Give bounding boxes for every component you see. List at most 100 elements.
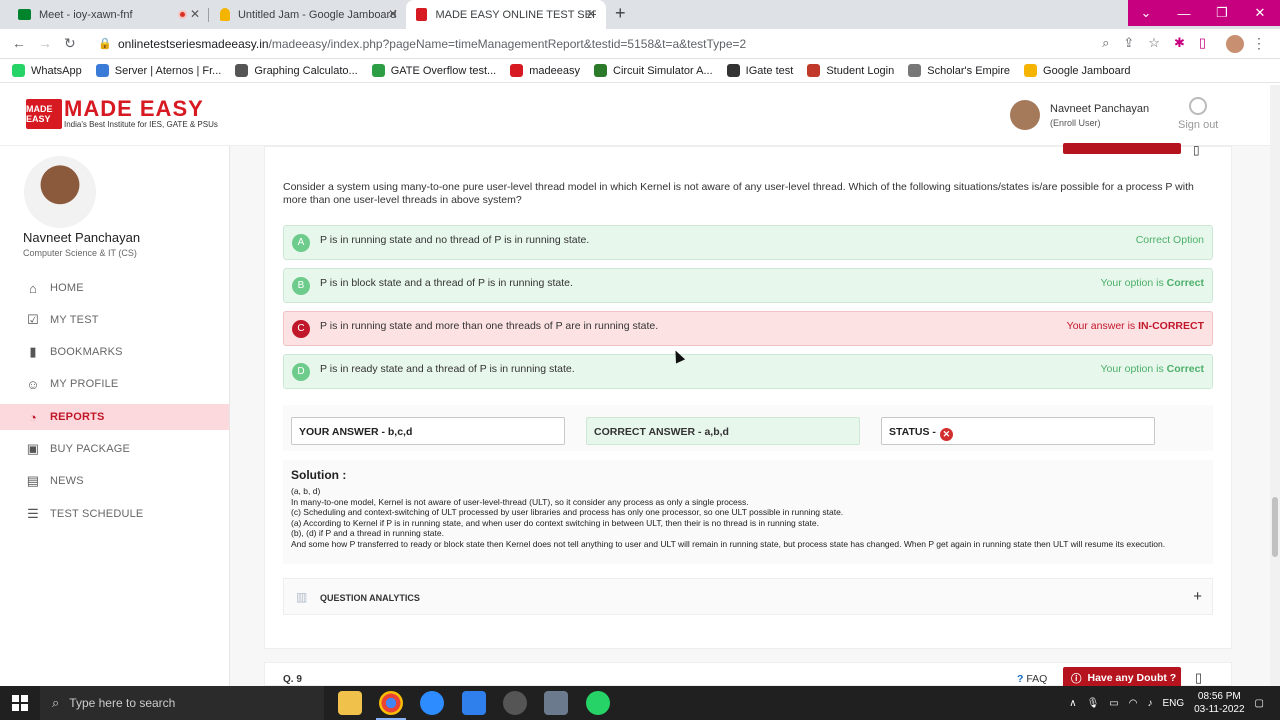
close-icon[interactable]: ✕: [586, 7, 596, 21]
tab-made-easy[interactable]: MADE EASY ONLINE TEST SERIES ✕: [406, 0, 606, 29]
bookmark-item[interactable]: Student Login: [807, 64, 894, 77]
sidebar-item-my-test[interactable]: ☑ MY TEST: [0, 307, 229, 333]
microphone-icon[interactable]: 🎙: [1087, 698, 1100, 709]
doubt-button-partial[interactable]: [1063, 143, 1181, 154]
wifi-icon[interactable]: ◠: [1129, 698, 1138, 709]
option-letter: B: [292, 277, 310, 295]
bookmark-item[interactable]: Server | Aternos | Fr...: [95, 64, 221, 77]
forward-icon[interactable]: →: [38, 35, 52, 51]
minimize-icon[interactable]: —: [1166, 0, 1202, 26]
meet-icon: [18, 9, 31, 20]
bookmark-favicon-icon: [1024, 64, 1038, 77]
sidebar-item-buy-package[interactable]: ▣ BUY PACKAGE: [0, 436, 229, 462]
close-icon[interactable]: ✕: [190, 7, 200, 21]
chrome-icon[interactable]: [379, 691, 403, 715]
share-icon[interactable]: ⇪: [1123, 35, 1134, 51]
sidebar-item-news[interactable]: ▤ NEWS: [0, 468, 229, 494]
faq-link[interactable]: ? FAQ: [1017, 673, 1047, 685]
option-c: C P is in running state and more than on…: [283, 311, 1213, 346]
vscode-icon[interactable]: [462, 691, 486, 715]
bookmark-item[interactable]: Graphing Calculato...: [235, 64, 358, 77]
package-icon: ▣: [26, 441, 40, 456]
page-scrollbar[interactable]: [1270, 85, 1280, 686]
bookmark-item[interactable]: WhatsApp: [12, 64, 82, 77]
maximize-icon[interactable]: ❐: [1204, 0, 1240, 26]
user-icon: ☺: [26, 376, 40, 392]
question-analytics-toggle[interactable]: ▥ QUESTION ANALYTICS +: [283, 578, 1213, 615]
bookmark-item[interactable]: Google Jamboard: [1024, 64, 1130, 77]
sidebar-item-test-schedule[interactable]: ☰ TEST SCHEDULE: [0, 501, 229, 527]
bookmark-favicon-icon: [12, 64, 25, 77]
signout-button[interactable]: Sign out: [1178, 97, 1218, 131]
tab-search-icon[interactable]: ⌄: [1128, 0, 1164, 26]
bookmark-item[interactable]: Scholar's Empire: [908, 64, 1010, 77]
sidebar-item-reports[interactable]: ◔ REPORTS: [0, 404, 229, 430]
url-field[interactable]: onlinetestseriesmadeeasy.in/madeeasy/ind…: [118, 37, 746, 51]
whatsapp-icon[interactable]: [586, 691, 610, 715]
scroll-thumb[interactable]: [1272, 497, 1278, 557]
sidebar-item-home[interactable]: ⌂ HOME: [0, 275, 229, 301]
option-status: Correct Option: [1136, 234, 1204, 246]
zoom-app-icon[interactable]: [420, 691, 444, 715]
bookmark-favicon-icon: [95, 64, 109, 77]
menu-icon[interactable]: ⋮: [1252, 35, 1266, 52]
bookmark-item[interactable]: Circuit Simulator A...: [594, 64, 713, 77]
clock-date: 03-11-2022: [1194, 704, 1245, 715]
star-icon[interactable]: ☆: [1148, 35, 1160, 51]
extensions-icon[interactable]: ✱: [1174, 35, 1185, 51]
solution-line: (c) Scheduling and context-switching of …: [291, 507, 844, 518]
bookmark-item[interactable]: madeeasy: [510, 64, 580, 77]
analytics-label: QUESTION ANALYTICS: [320, 593, 420, 603]
jamboard-icon: [220, 8, 230, 21]
new-tab-icon[interactable]: +: [615, 3, 626, 24]
option-status: Your answer is IN-CORRECT: [1067, 320, 1204, 332]
solution-panel: Solution : (a, b, d) In many-to-one mode…: [283, 460, 1213, 564]
lock-icon[interactable]: 🔒: [98, 37, 112, 50]
news-icon: ▤: [26, 473, 40, 488]
sidebar-item-bookmarks[interactable]: ▮ BOOKMARKS: [0, 339, 229, 365]
profile-avatar[interactable]: [1226, 35, 1244, 53]
sidepanel-icon[interactable]: ▯: [1199, 35, 1206, 51]
tab-jamboard[interactable]: Untitled Jam - Google Jamboard ✕: [210, 0, 406, 29]
language-indicator[interactable]: ENG: [1162, 698, 1184, 709]
bookmark-item[interactable]: GATE Overflow test...: [371, 64, 496, 77]
power-icon: [1189, 97, 1208, 115]
sidebar-item-my-profile[interactable]: ☺ MY PROFILE: [0, 371, 229, 397]
plus-icon[interactable]: +: [1193, 588, 1202, 605]
reload-icon[interactable]: ↻: [64, 35, 76, 52]
bookmark-label: madeeasy: [529, 64, 580, 77]
app-icon[interactable]: [503, 691, 527, 715]
bookmark-favicon-icon: [510, 64, 524, 77]
bar-chart-icon: ▥: [296, 590, 308, 604]
sidebar-item-label: NEWS: [50, 475, 84, 487]
option-letter: A: [292, 234, 310, 252]
back-icon[interactable]: ←: [12, 35, 26, 51]
battery-icon[interactable]: ▭: [1109, 698, 1118, 709]
user-block[interactable]: Navneet Panchayan (Enroll User): [1010, 100, 1149, 130]
bookmark-label: IGate test: [745, 64, 794, 77]
windows-start-icon[interactable]: [12, 695, 28, 711]
close-icon[interactable]: ✕: [388, 7, 398, 21]
clock[interactable]: 08:56 PM 03-11-2022: [1194, 690, 1244, 716]
answers-row: YOUR ANSWER - b,c,d CORRECT ANSWER - a,b…: [283, 405, 1213, 451]
notifications-icon[interactable]: ▢: [1255, 698, 1264, 709]
tab-meet[interactable]: Meet - ioy-xawn-fnf ✕: [8, 0, 204, 29]
solution-line: (b), (d) if P and a thread in running st…: [291, 528, 444, 539]
made-easy-logo[interactable]: MADE EASY MADE EASY India's Best Institu…: [26, 98, 218, 129]
logo-name: MADE EASY: [64, 96, 204, 121]
window-close-icon[interactable]: ✕: [1242, 0, 1278, 26]
chevron-up-icon[interactable]: ∧: [1069, 698, 1076, 709]
volume-icon[interactable]: ♪: [1147, 698, 1152, 709]
bookmark-icon[interactable]: ▯: [1195, 670, 1202, 686]
solution-line: In many-to-one model, Kernel is not awar…: [291, 496, 749, 507]
zoom-icon[interactable]: ⌕: [1102, 35, 1109, 51]
sidebar-item-label: BOOKMARKS: [50, 346, 123, 358]
taskbar-search[interactable]: ⌕ Type here to search: [40, 686, 324, 720]
bookmark-icon[interactable]: ▯: [1193, 143, 1200, 157]
bookmark-label: WhatsApp: [31, 64, 82, 77]
file-explorer-icon[interactable]: [338, 691, 362, 715]
bookmark-item[interactable]: IGate test: [726, 64, 794, 77]
app-icon[interactable]: [544, 691, 568, 715]
system-tray: ∧ 🎙 ▭ ◠ ♪ ENG 08:56 PM 03-11-2022 ▢: [1069, 686, 1264, 720]
option-text: P is in running state and more than one …: [320, 320, 659, 332]
